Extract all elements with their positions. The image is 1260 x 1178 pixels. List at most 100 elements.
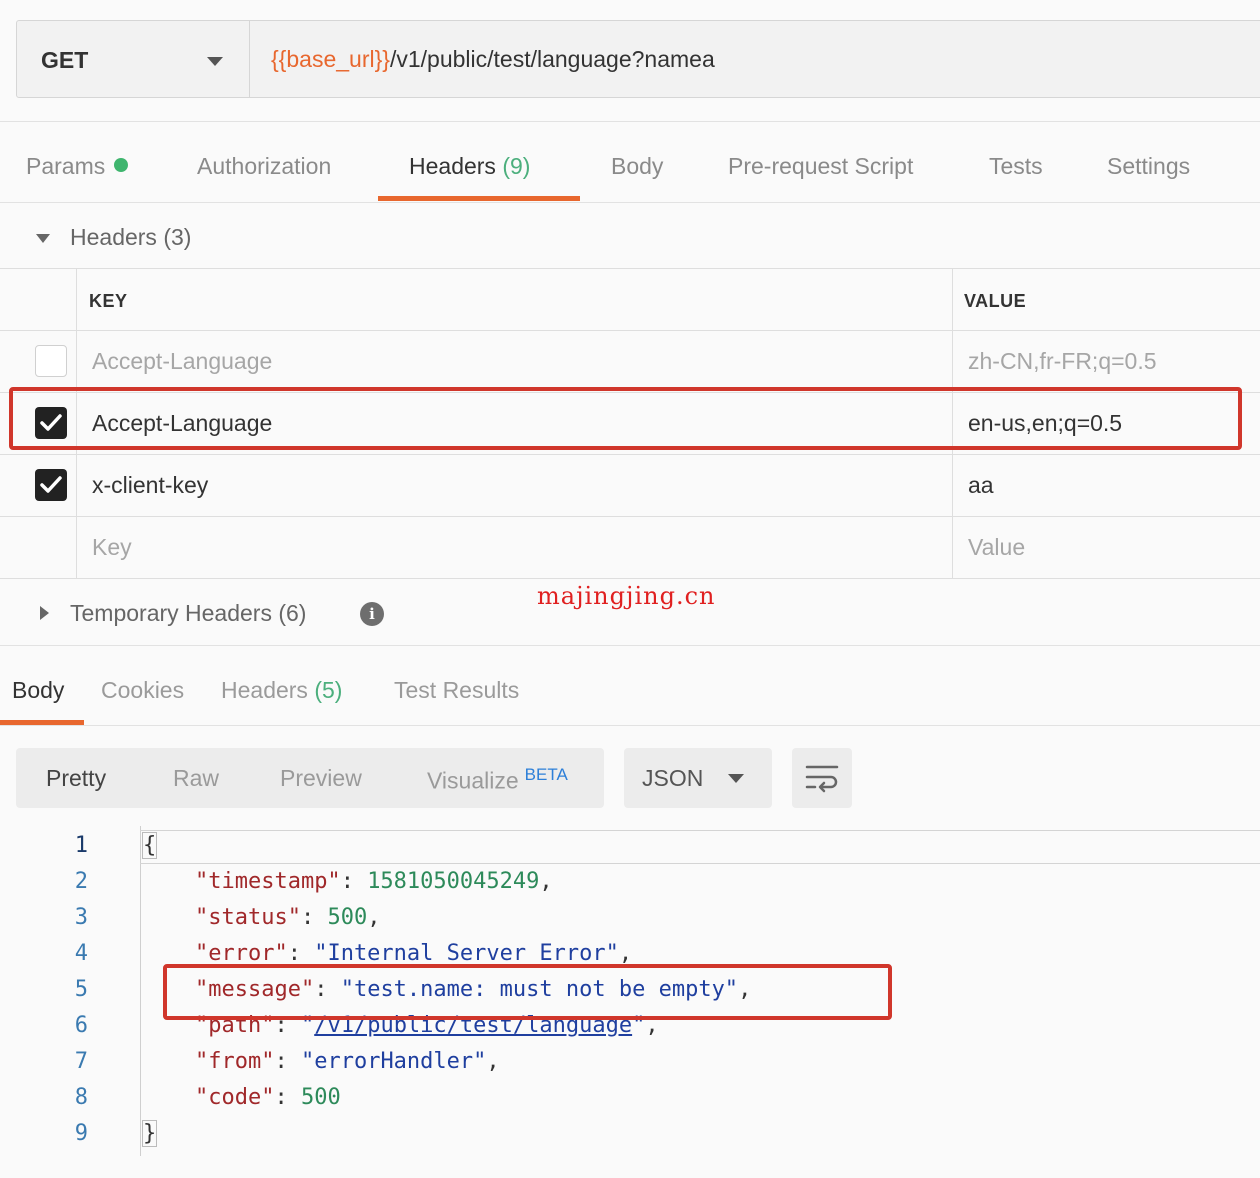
json-sep: : (300, 905, 328, 930)
brace: { (142, 832, 158, 859)
brace: } (142, 1120, 158, 1147)
json-key: "timestamp" (194, 869, 341, 894)
code-line: "status": 500, (142, 905, 380, 930)
url-input[interactable]: {{base_url}}/v1/public/test/language?nam… (271, 46, 715, 73)
response-tab-body[interactable]: Body (12, 677, 64, 704)
current-line-highlight (140, 830, 1260, 864)
headers-title-count: (3) (163, 224, 192, 250)
column-header-value: VALUE (964, 291, 1027, 311)
line-number: 9 (74, 1121, 88, 1146)
format-label: JSON (642, 765, 704, 791)
code-line: "from": "errorHandler", (142, 1049, 500, 1074)
tab-headers-label: Headers (409, 153, 496, 179)
url-path: /v1/public/test/language?namea (389, 46, 715, 72)
new-key-input[interactable]: Key (92, 534, 132, 561)
response-tab-headers-label: Headers (221, 677, 308, 703)
tab-headers[interactable]: Headers (9) (409, 153, 530, 180)
beta-badge: BETA (524, 765, 568, 784)
expand-triangle-icon[interactable] (40, 606, 49, 620)
divider (0, 121, 1260, 122)
table-border (0, 268, 1260, 269)
highlight-box (9, 387, 1242, 450)
response-tab-cookies[interactable]: Cookies (101, 677, 184, 704)
json-sep: : (274, 1085, 301, 1110)
json-key: "code" (194, 1085, 275, 1110)
code-line: "timestamp": 1581050045249, (142, 869, 553, 894)
tab-authorization[interactable]: Authorization (197, 153, 331, 180)
json-sep: : (287, 941, 315, 966)
temporary-headers-text: Temporary Headers (70, 600, 272, 626)
chevron-down-icon (207, 57, 223, 66)
tab-params-label: Params (26, 153, 106, 179)
json-comma: , (367, 905, 381, 930)
json-key: "error" (194, 941, 288, 966)
column-header-key: KEY (89, 291, 128, 311)
view-visualize[interactable]: Visualize BETA (427, 765, 568, 795)
view-pretty[interactable]: Pretty (46, 765, 106, 792)
new-value-input[interactable]: Value (968, 534, 1025, 561)
wrap-lines-button[interactable] (792, 748, 852, 808)
line-number: 7 (74, 1049, 88, 1074)
json-key: "status" (194, 905, 301, 930)
divider (0, 725, 1260, 726)
collapse-triangle-icon[interactable] (36, 234, 50, 243)
chevron-down-icon (728, 774, 744, 783)
method-select[interactable]: GET (17, 21, 250, 97)
code-line: "error": "Internal Server Error", (142, 941, 632, 966)
line-number: 5 (74, 977, 88, 1002)
temporary-headers-title[interactable]: Temporary Headers (6) (70, 600, 306, 627)
line-number: 3 (74, 905, 88, 930)
headers-title-text: Headers (70, 224, 157, 250)
wrap-lines-icon (805, 765, 839, 793)
tab-body[interactable]: Body (611, 153, 663, 180)
json-key: "from" (194, 1049, 275, 1074)
header-value[interactable]: zh-CN,fr-FR;q=0.5 (968, 348, 1157, 375)
response-tab-headers[interactable]: Headers (5) (221, 677, 342, 704)
header-checkbox[interactable] (35, 469, 67, 501)
json-number: 500 (327, 905, 368, 930)
header-checkbox[interactable] (35, 345, 67, 377)
watermark: majingjing.cn (537, 582, 716, 610)
url-variable: {{base_url}} (271, 46, 390, 72)
line-number: 2 (74, 869, 88, 894)
view-raw[interactable]: Raw (173, 765, 219, 792)
json-comma: , (539, 869, 553, 894)
headers-section-title[interactable]: Headers (3) (70, 224, 191, 251)
tab-settings[interactable]: Settings (1107, 153, 1190, 180)
json-string: "errorHandler" (300, 1049, 487, 1074)
json-comma: , (486, 1049, 500, 1074)
response-tab-test-results[interactable]: Test Results (394, 677, 519, 704)
line-number: 1 (74, 833, 88, 858)
url-bar: GET {{base_url}}/v1/public/test/language… (16, 20, 1260, 98)
json-number: 500 (300, 1085, 341, 1110)
tab-params[interactable]: Params (26, 153, 129, 180)
divider (0, 645, 1260, 646)
table-border (0, 330, 1260, 331)
active-tab-underline (378, 196, 580, 201)
json-number: 1581050045249 (367, 869, 540, 894)
view-visualize-label: Visualize (427, 767, 519, 794)
format-select[interactable]: JSON (624, 748, 772, 808)
params-active-dot (114, 158, 129, 172)
table-border (0, 578, 1260, 579)
header-key[interactable]: Accept-Language (92, 348, 272, 375)
tab-pre-request-script[interactable]: Pre-request Script (728, 153, 913, 180)
line-number: 8 (74, 1085, 88, 1110)
method-label: GET (41, 47, 89, 73)
table-border (0, 516, 1260, 517)
view-preview[interactable]: Preview (280, 765, 362, 792)
json-sep: : (274, 1049, 301, 1074)
header-key[interactable]: x-client-key (92, 472, 208, 499)
highlight-box (163, 964, 892, 1020)
code-line: } (142, 1120, 158, 1147)
json-comma: , (618, 941, 633, 966)
temporary-headers-count: (6) (278, 600, 307, 626)
info-icon[interactable]: i (360, 602, 384, 626)
tab-headers-count: (9) (502, 153, 531, 179)
code-line: { (142, 832, 158, 859)
response-tab-headers-count: (5) (314, 677, 343, 703)
line-number: 6 (74, 1013, 88, 1038)
tab-tests[interactable]: Tests (989, 153, 1043, 180)
header-value[interactable]: aa (968, 472, 994, 499)
table-border (0, 454, 1260, 455)
